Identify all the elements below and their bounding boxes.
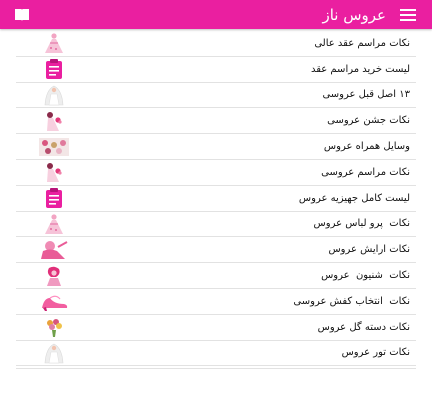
menu-icon[interactable]	[400, 8, 416, 21]
wedding-items-icon	[38, 136, 70, 158]
divider	[16, 368, 416, 369]
bride-dress-icon	[38, 32, 70, 54]
list-item[interactable]: لیست کامل جهیزیه عروس	[16, 186, 416, 212]
list-item-label: نکات پرو لباس عروس	[313, 218, 410, 230]
list-item-label: نکات ارایش عروس	[328, 244, 410, 256]
high-heel-shoe-icon	[38, 290, 70, 312]
topics-list: نکات مراسم عقد عالی لیست خرید مراسم عقد ۱۳…	[16, 31, 416, 367]
list-item[interactable]: وسایل همراه عروس	[16, 134, 416, 160]
list-item-label: نکات انتخاب کفش عروسی	[293, 295, 410, 307]
list-item[interactable]: نکات دسته گل عروس	[16, 315, 416, 341]
list-item[interactable]: نکات جشن عروسی	[16, 108, 416, 135]
list-item-label: لیست کامل جهیزیه عروس	[298, 192, 410, 204]
list-item-label: ۱۳ اصل قبل عروسی	[322, 89, 410, 101]
list-item-label: وسایل همراه عروس	[323, 141, 410, 153]
bride-hair-icon	[38, 265, 70, 287]
bride-bouquet-icon	[38, 161, 70, 183]
list-item[interactable]: نکات ارایش عروس	[16, 237, 416, 264]
list-item[interactable]: نکات شنیون عروس	[16, 263, 416, 289]
list-item[interactable]: لیست خرید مراسم عقد	[16, 57, 416, 83]
flower-bouquet-icon	[38, 316, 70, 338]
list-item[interactable]: نکات پرو لباس عروس	[16, 212, 416, 238]
bride-dress-icon	[38, 213, 70, 235]
list-item-label: نکات جشن عروسی	[327, 115, 410, 127]
list-item-label: نکات مراسم عروسی	[321, 166, 410, 178]
list-item[interactable]: نکات تور عروس	[16, 341, 416, 367]
bride-makeup-icon	[38, 239, 70, 261]
list-item-label: نکات دسته گل عروس	[317, 321, 410, 333]
list-item[interactable]: نکات انتخاب کفش عروسی	[16, 289, 416, 315]
app-bar: عروس ناز	[0, 0, 432, 29]
bride-bouquet-icon	[38, 110, 70, 132]
clipboard-icon	[38, 58, 70, 80]
list-item-label: نکات شنیون عروس	[321, 270, 410, 282]
list-item-label: نکات تور عروس	[341, 347, 410, 359]
bride-veil-icon	[38, 84, 70, 106]
list-item[interactable]: ۱۳ اصل قبل عروسی	[16, 83, 416, 109]
book-icon[interactable]	[14, 8, 30, 22]
clipboard-icon	[38, 187, 70, 209]
list-item-label: لیست خرید مراسم عقد	[310, 63, 410, 75]
list-item[interactable]: نکات مراسم عقد عالی	[16, 31, 416, 57]
bride-veil-icon	[38, 342, 70, 364]
app-title: عروس ناز	[322, 5, 386, 24]
list-item[interactable]: نکات مراسم عروسی	[16, 160, 416, 186]
list-item-label: نکات مراسم عقد عالی	[314, 37, 410, 49]
